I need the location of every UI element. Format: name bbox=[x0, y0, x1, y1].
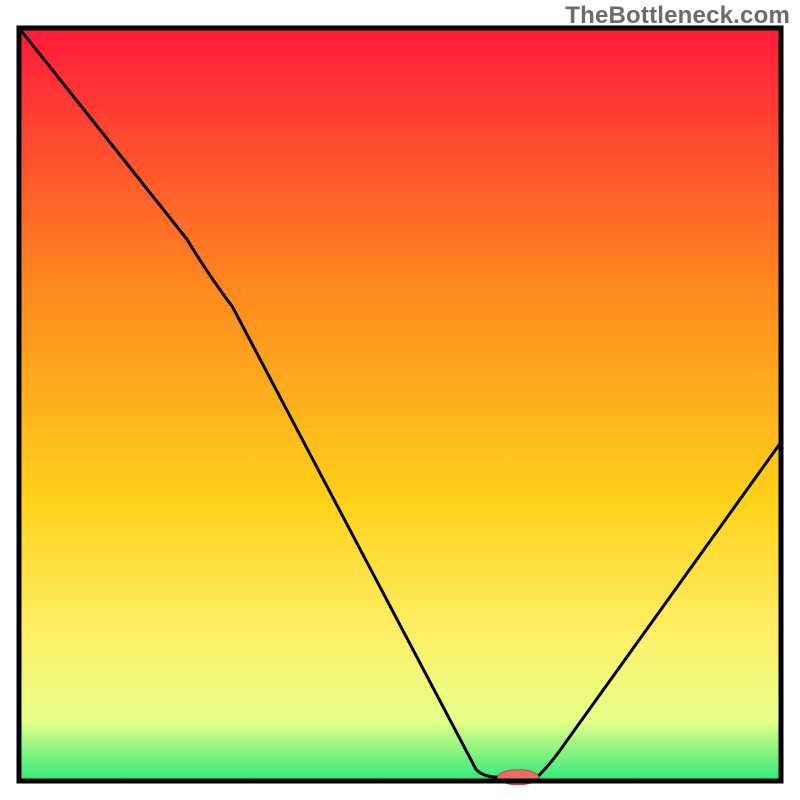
chart-stage: TheBottleneck.com bbox=[0, 0, 800, 800]
chart-background bbox=[19, 28, 781, 781]
watermark-text: TheBottleneck.com bbox=[565, 2, 790, 30]
bottleneck-chart bbox=[0, 0, 800, 800]
